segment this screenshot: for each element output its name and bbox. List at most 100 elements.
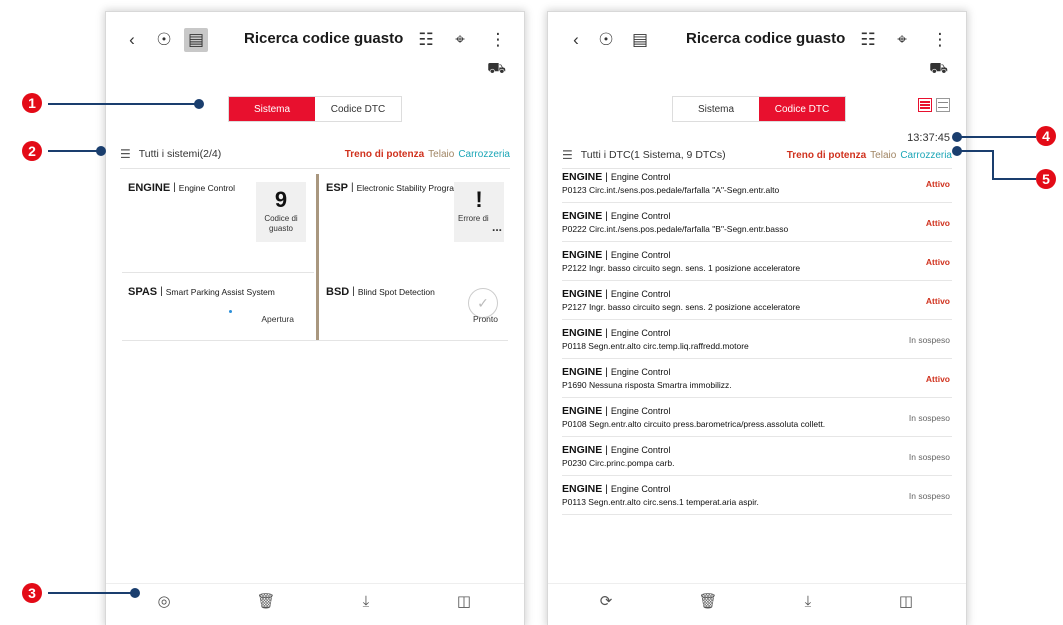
tab-codice-dtc[interactable]: Codice DTC <box>315 97 401 121</box>
bottom-bar: ◎ 🗑 ⤓ ◫ <box>106 583 524 625</box>
filter-label[interactable]: Tutti i DTC(1 Sistema, 9 DTCs) <box>581 149 726 161</box>
filter-list-icon[interactable]: ☰ <box>120 147 131 161</box>
callout-line <box>960 136 1036 138</box>
calendar-report-icon[interactable]: ☷ <box>856 28 880 52</box>
tab-codice-dtc[interactable]: Codice DTC <box>759 97 845 121</box>
dtc-row[interactable]: ENGINE | Engine Control P1690 Nessuna ri… <box>562 359 952 398</box>
callout-badge-1: 1 <box>22 93 42 113</box>
list-view-icon[interactable] <box>918 98 932 112</box>
page-title: Ricerca codice guasto <box>244 30 404 47</box>
category-body[interactable]: Carrozzeria <box>900 150 952 161</box>
system-card-esp[interactable]: ESP | Electronic Stability Program ! Error… <box>320 172 512 274</box>
download-icon[interactable]: ⤓ <box>354 590 378 612</box>
category-body[interactable]: Carrozzeria <box>458 149 510 160</box>
dtc-system: ENGINE | Engine Control <box>562 288 671 300</box>
dtc-screen-icon[interactable]: ▤ <box>184 28 208 52</box>
callout-line <box>48 150 100 152</box>
refresh-icon[interactable]: ⟳ <box>594 590 618 612</box>
error-label: Errore di <box>458 214 489 223</box>
dtc-screen-icon[interactable]: ▤ <box>628 28 652 52</box>
category-chassis[interactable]: Telaio <box>428 149 454 160</box>
dtc-row[interactable]: ENGINE | Engine Control P0108 Segn.entr.… <box>562 398 952 437</box>
dtc-count-label: Codice di guasto <box>264 214 298 233</box>
dtc-row[interactable]: ENGINE | Engine Control P0230 Circ.princ… <box>562 437 952 476</box>
download-icon[interactable]: ⤓ <box>796 590 820 612</box>
back-icon[interactable]: ‹ <box>564 28 588 52</box>
status-label: Pronto <box>472 314 498 324</box>
delete-icon[interactable]: 🗑 <box>254 590 278 612</box>
report-icon[interactable]: ◫ <box>452 590 476 612</box>
vehicle-scan-icon[interactable]: ☉ <box>152 28 176 52</box>
back-icon[interactable]: ‹ <box>120 28 144 52</box>
callout-line <box>992 178 1036 180</box>
dtc-system: ENGINE | Engine Control <box>562 444 671 456</box>
timestamp: 13:37:45 <box>907 132 950 144</box>
system-name: SPAS | Smart Parking Assist System <box>128 286 275 298</box>
category-powertrain[interactable]: Treno di potenza <box>345 149 424 160</box>
tab-sistema[interactable]: Sistema <box>229 97 315 121</box>
dtc-row[interactable]: ENGINE | Engine Control P0123 Circ.int./… <box>562 164 952 203</box>
category-powertrain[interactable]: Treno di potenza <box>787 150 866 161</box>
callout-dot <box>96 146 106 156</box>
dtc-row[interactable]: ENGINE | Engine Control P0113 Segn.entr.… <box>562 476 952 515</box>
status-label: Apertura <box>261 314 294 324</box>
callout-badge-4: 4 <box>1036 126 1056 146</box>
record-icon[interactable]: ◎ <box>152 590 176 612</box>
dtc-row[interactable]: ENGINE | Engine Control P0222 Circ.int./… <box>562 203 952 242</box>
dtc-system: ENGINE | Engine Control <box>562 210 671 222</box>
calendar-report-icon[interactable]: ☷ <box>414 28 438 52</box>
vehicle-icon[interactable]: ⛟ <box>487 60 506 79</box>
view-toggle <box>918 98 950 112</box>
dtc-description: P0118 Segn.entr.alto circ.temp.liq.raffr… <box>562 341 749 351</box>
filter-list-icon[interactable]: ☰ <box>562 148 573 162</box>
view-segment: Sistema Codice DTC <box>672 96 846 122</box>
compact-view-icon[interactable] <box>936 98 950 112</box>
callout-line <box>48 103 198 105</box>
page-title: Ricerca codice guasto <box>686 30 846 47</box>
delete-icon[interactable]: 🗑 <box>696 590 720 612</box>
view-segment: Sistema Codice DTC <box>228 96 402 122</box>
fullscreen-icon[interactable]: ⌖ <box>890 28 914 52</box>
dtc-row[interactable]: ENGINE | Engine Control P2122 Ingr. bass… <box>562 242 952 281</box>
system-card-engine[interactable]: ENGINE | Engine Control 9 Codice di guasto <box>122 172 314 274</box>
more-menu-icon[interactable]: ⋮ <box>486 28 510 52</box>
dtc-count-box: 9 Codice di guasto <box>256 182 306 242</box>
report-icon[interactable]: ◫ <box>894 590 918 612</box>
dtc-system: ENGINE | Engine Control <box>562 249 671 261</box>
dtc-status: Attivo <box>925 374 950 384</box>
vehicle-icon[interactable]: ⛟ <box>929 60 948 79</box>
dtc-status: In sospeso <box>908 335 950 345</box>
system-card-bsd[interactable]: BSD | Blind Spot Detection ✓ Pronto <box>320 276 512 336</box>
dtc-description: P1690 Nessuna risposta Smartra immobiliz… <box>562 380 732 390</box>
dtc-description: P0108 Segn.entr.alto circuito press.baro… <box>562 419 826 429</box>
category-chassis[interactable]: Telaio <box>870 150 896 161</box>
callout-dot <box>194 99 204 109</box>
dtc-status: Attivo <box>925 257 950 267</box>
card-separator <box>316 270 319 340</box>
dtc-status: Attivo <box>925 296 950 306</box>
callout-line <box>992 150 994 180</box>
dtc-system: ENGINE | Engine Control <box>562 327 671 339</box>
dtc-row[interactable]: ENGINE | Engine Control P2127 Ingr. bass… <box>562 281 952 320</box>
filter-label[interactable]: Tutti i sistemi(2/4) <box>139 148 221 160</box>
error-icon: ! <box>475 187 483 212</box>
dtc-row[interactable]: ENGINE | Engine Control P0118 Segn.entr.… <box>562 320 952 359</box>
system-card-spas[interactable]: SPAS | Smart Parking Assist System Apertur… <box>122 276 314 336</box>
category-tabs: Treno di potenza Telaio Carrozzeria <box>345 149 510 160</box>
more-menu-icon[interactable]: ⋮ <box>928 28 952 52</box>
callout-badge-5: 5 <box>1036 169 1056 189</box>
callout-line <box>960 150 994 152</box>
dtc-system: ENGINE | Engine Control <box>562 171 671 183</box>
fullscreen-icon[interactable]: ⌖ <box>448 28 472 52</box>
bottom-bar: ⟳ 🗑 ⤓ ◫ <box>548 583 966 625</box>
top-bar: ‹ ☉ ▤ Ricerca codice guasto ☷ ⌖ ⋮ ⛟ <box>548 12 966 77</box>
callout-dot <box>130 588 140 598</box>
dtc-description: P0230 Circ.princ.pompa carb. <box>562 458 675 468</box>
card-separator <box>316 174 319 270</box>
vehicle-scan-icon[interactable]: ☉ <box>594 28 618 52</box>
dtc-system: ENGINE | Engine Control <box>562 366 671 378</box>
dtc-count: 9 <box>274 187 288 212</box>
tab-sistema[interactable]: Sistema <box>673 97 759 121</box>
more-icon[interactable]: ... <box>492 220 502 234</box>
callout-badge-3: 3 <box>22 583 42 603</box>
